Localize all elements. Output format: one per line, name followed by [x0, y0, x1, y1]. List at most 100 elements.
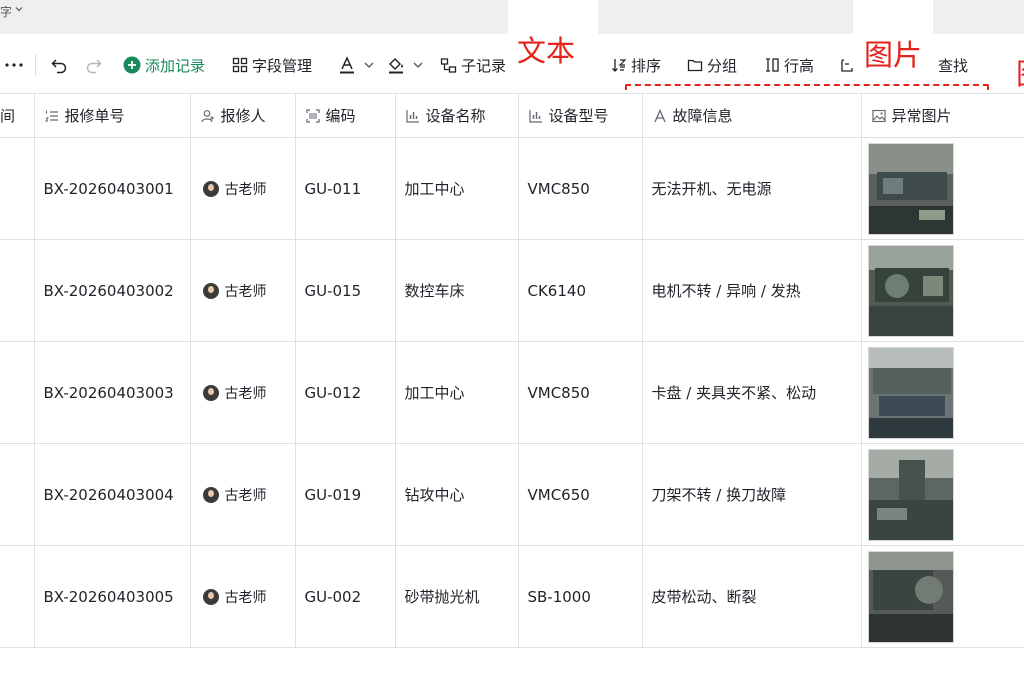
more-tool-button[interactable] — [840, 55, 854, 75]
annotation-edge-label: 图 — [1016, 58, 1024, 90]
header-row: 间 报修单号 报修人 编码 设备名称 设备型号 故障信息 异常图片 — [0, 93, 1024, 138]
column-header-code[interactable]: 编码 — [295, 93, 396, 138]
order-no-cell[interactable]: BX-20260403001 — [34, 137, 191, 240]
table-row[interactable]: BX-20260403001 古老师 GU-011 加工中心 VMC850 无法… — [0, 137, 1024, 240]
device-name-cell[interactable]: 加工中心 — [395, 341, 519, 444]
order-no: BX-20260403002 — [43, 281, 174, 300]
fault-cell[interactable]: 无法开机、无电源 — [642, 137, 862, 240]
column-label: 异常图片 — [891, 107, 952, 125]
column-header-fault[interactable]: 故障信息 — [642, 93, 862, 138]
fault-cell[interactable]: 刀架不转 / 换刀故障 — [642, 443, 862, 546]
tab-title[interactable]: 字 — [0, 3, 12, 20]
annotation-text-label: 文本 — [517, 34, 576, 68]
grid-icon — [232, 57, 248, 73]
reporter-cell[interactable]: 古老师 — [190, 137, 296, 240]
column-header-order-no[interactable]: 报修单号 — [34, 93, 191, 138]
photo-thumbnail[interactable] — [867, 142, 954, 235]
undo-icon — [51, 59, 67, 74]
time-cell[interactable] — [0, 545, 35, 648]
device-model-cell[interactable]: SB-1000 — [518, 545, 643, 648]
time-cell[interactable] — [0, 239, 35, 342]
more-button[interactable] — [4, 55, 24, 75]
device-model: SB-1000 — [527, 587, 591, 606]
code-cell[interactable]: GU-011 — [295, 137, 396, 240]
redo-button[interactable] — [85, 55, 103, 75]
folder-icon — [687, 59, 703, 72]
reporter-name: 古老师 — [224, 283, 267, 300]
time-cell[interactable] — [0, 341, 35, 444]
row-height-button[interactable]: 行高 — [764, 55, 814, 75]
device-name-cell[interactable]: 加工中心 — [395, 137, 519, 240]
sub-record-icon — [440, 57, 457, 73]
find-button[interactable]: 查找 — [938, 55, 968, 75]
photo-thumbnail[interactable] — [867, 550, 954, 643]
chevron-down-icon[interactable] — [14, 4, 24, 14]
reporter-cell[interactable]: 古老师 — [190, 545, 296, 648]
fault-cell[interactable]: 电机不转 / 异响 / 发热 — [642, 239, 862, 342]
column-header-time[interactable]: 间 — [0, 93, 35, 138]
code: GU-002 — [304, 587, 362, 606]
time-cell[interactable] — [0, 137, 35, 240]
table-row[interactable]: BX-20260403005 古老师 GU-002 砂带抛光机 SB-1000 … — [0, 545, 1024, 648]
code-cell[interactable]: GU-019 — [295, 443, 396, 546]
device-model: VMC650 — [527, 485, 590, 504]
device-model-cell[interactable]: VMC650 — [518, 443, 643, 546]
order-no-cell[interactable]: BX-20260403005 — [34, 545, 191, 648]
code-cell[interactable]: GU-015 — [295, 239, 396, 342]
sub-record-button[interactable]: 子记录 — [440, 55, 506, 75]
column-header-device-model[interactable]: 设备型号 — [518, 93, 643, 138]
device-name-cell[interactable]: 砂带抛光机 — [395, 545, 519, 648]
photo-cell[interactable] — [861, 443, 1024, 546]
add-record-button[interactable]: 添加记录 — [123, 55, 205, 75]
plus-circle-icon — [123, 56, 141, 74]
order-no: BX-20260403001 — [43, 179, 174, 198]
reporter-cell[interactable]: 古老师 — [190, 341, 296, 444]
device-model-cell[interactable]: CK6140 — [518, 239, 643, 342]
device-model-cell[interactable]: VMC850 — [518, 137, 643, 240]
group-button[interactable]: 分组 — [687, 55, 737, 75]
undo-button[interactable] — [50, 55, 68, 75]
column-label: 报修人 — [220, 107, 266, 125]
sub-record-label: 子记录 — [461, 56, 507, 75]
photo-cell[interactable] — [861, 239, 1024, 342]
code: GU-019 — [304, 485, 362, 504]
text-color-button[interactable] — [338, 55, 376, 75]
sort-button[interactable]: 排序 — [611, 55, 661, 75]
column-header-reporter[interactable]: 报修人 — [190, 93, 296, 138]
table-row[interactable]: BX-20260403003 古老师 GU-012 加工中心 VMC850 卡盘… — [0, 341, 1024, 444]
photo-thumbnail[interactable] — [867, 346, 954, 439]
photo-thumbnail[interactable] — [867, 244, 954, 337]
reporter-cell[interactable]: 古老师 — [190, 239, 296, 342]
fault-cell[interactable]: 卡盘 / 夹具夹不紧、松动 — [642, 341, 862, 444]
tab-strip: 字 — [0, 0, 1024, 34]
device-name-cell[interactable]: 数控车床 — [395, 239, 519, 342]
table-row[interactable]: BX-20260403004 古老师 GU-019 钻攻中心 VMC650 刀架… — [0, 443, 1024, 546]
photo-cell[interactable] — [861, 341, 1024, 444]
fill-color-button[interactable] — [387, 55, 425, 75]
column-header-photo[interactable]: 异常图片 — [861, 93, 1024, 138]
fault-cell[interactable]: 皮带松动、断裂 — [642, 545, 862, 648]
chart-icon — [405, 109, 419, 123]
photo-cell[interactable] — [861, 545, 1024, 648]
code-cell[interactable]: GU-002 — [295, 545, 396, 648]
reporter-cell[interactable]: 古老师 — [190, 443, 296, 546]
more-icon — [5, 63, 23, 67]
code-cell[interactable]: GU-012 — [295, 341, 396, 444]
column-header-device-name[interactable]: 设备名称 — [395, 93, 519, 138]
device-name-cell[interactable]: 钻攻中心 — [395, 443, 519, 546]
time-cell[interactable] — [0, 443, 35, 546]
order-no-cell[interactable]: BX-20260403002 — [34, 239, 191, 342]
reporter-name: 古老师 — [224, 385, 267, 402]
device-model-cell[interactable]: VMC850 — [518, 341, 643, 444]
field-manage-button[interactable]: 字段管理 — [232, 55, 312, 75]
code: GU-011 — [304, 179, 362, 198]
device-name: 钻攻中心 — [404, 486, 465, 504]
scan-code-icon — [305, 108, 320, 123]
order-no-cell[interactable]: BX-20260403003 — [34, 341, 191, 444]
table-row[interactable]: BX-20260403002 古老师 GU-015 数控车床 CK6140 电机… — [0, 239, 1024, 342]
fault-info: 刀架不转 / 换刀故障 — [651, 486, 787, 504]
photo-cell[interactable] — [861, 137, 1024, 240]
photo-thumbnail[interactable] — [867, 448, 954, 541]
toolbar-divider — [35, 54, 36, 76]
order-no-cell[interactable]: BX-20260403004 — [34, 443, 191, 546]
